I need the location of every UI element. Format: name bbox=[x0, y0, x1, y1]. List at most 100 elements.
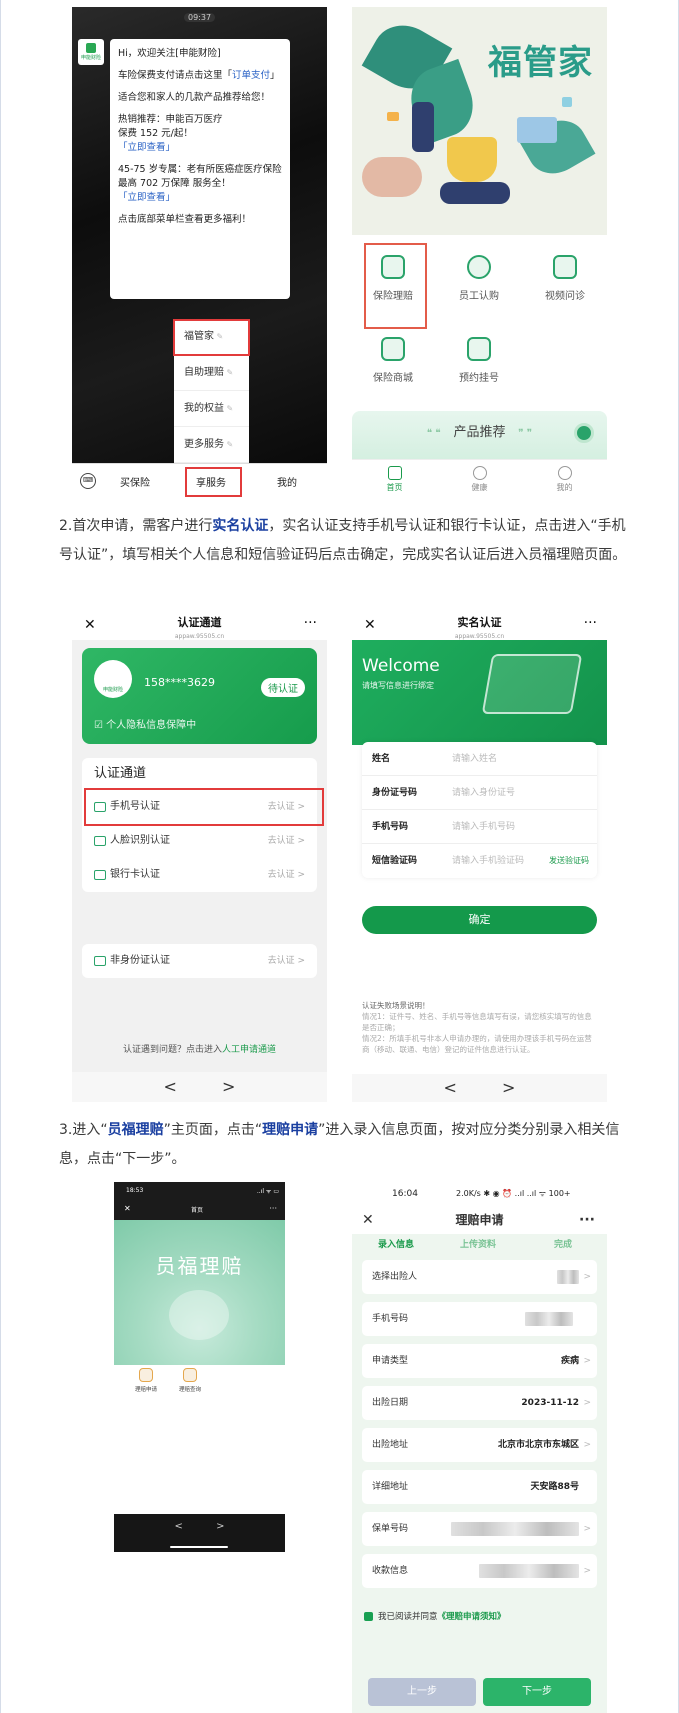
tab-mine[interactable]: 我的 bbox=[522, 460, 607, 502]
check-shield-icon: ☑ bbox=[94, 720, 107, 731]
search-shield-icon bbox=[183, 1368, 197, 1382]
menu-item-my-rights[interactable]: 我的权益 bbox=[174, 391, 249, 427]
redacted-value bbox=[525, 1312, 573, 1326]
field-name[interactable]: 姓名 请输入姓名 bbox=[362, 742, 597, 776]
menu-item-more-services[interactable]: 更多服务 bbox=[174, 427, 249, 463]
quote-icon: ❝ ❝ bbox=[426, 428, 454, 439]
chair-illustration bbox=[362, 157, 422, 197]
grid-item-insurance-mall[interactable]: 保险商城 bbox=[358, 337, 428, 384]
more-icon[interactable]: ··· bbox=[269, 1204, 277, 1213]
field-insured-person[interactable]: 选择出险人 > bbox=[362, 1260, 597, 1294]
highlight-box bbox=[84, 788, 324, 826]
auth-row-face[interactable]: 人脸识别认证 去认证 > bbox=[82, 824, 317, 858]
official-account-avatar: 申能财险 bbox=[78, 39, 104, 65]
field-detail-address[interactable]: 详细地址 天安路88号 bbox=[362, 1470, 597, 1504]
agreement[interactable]: 我已阅读并同意《理赔申请须知》 bbox=[364, 1610, 506, 1622]
hot-view-link[interactable]: 「立即查看」 bbox=[118, 142, 175, 153]
person-illustration bbox=[440, 182, 510, 204]
field-policy-number[interactable]: 保单号码 > bbox=[362, 1512, 597, 1546]
auth-title: 认证通道 bbox=[177, 616, 222, 629]
chat-bubble-icon bbox=[387, 112, 399, 121]
claim-notice-link[interactable]: 《理赔申请须知》 bbox=[438, 1612, 506, 1622]
browser-nav[interactable]: < > bbox=[352, 1074, 607, 1102]
auth-topbar: ✕ 认证通道 appaw.95505.cn ··· bbox=[72, 614, 327, 640]
step-done: 完成 bbox=[554, 1240, 573, 1250]
grid-item-appointment[interactable]: 预约挂号 bbox=[444, 337, 514, 384]
send-code-button[interactable]: 发送验证码 bbox=[549, 844, 589, 878]
auth-row-bankcard[interactable]: 银行卡认证 去认证 > bbox=[82, 858, 317, 892]
tab-home[interactable]: 首页 bbox=[352, 460, 437, 502]
failure-note: 认证失败场景说明！ 情况1：证件号、姓名、手机号等信息填写有误，请您核实填写的信… bbox=[362, 1001, 592, 1054]
face-icon bbox=[94, 836, 106, 846]
browser-nav[interactable]: < > bbox=[72, 1072, 327, 1102]
age-view-link[interactable]: 「立即查看」 bbox=[118, 192, 175, 203]
grid-item-employee-buy[interactable]: 员工认购 bbox=[444, 255, 514, 302]
menu-item-self-claim[interactable]: 自助理赔 bbox=[174, 355, 249, 391]
redacted-value bbox=[557, 1270, 579, 1284]
store-icon bbox=[381, 337, 405, 361]
more-icon[interactable]: ··· bbox=[304, 616, 317, 630]
status-bar: 16:04 2.0K/s ✱ ◉ ⏰ ..ıl ..ıl ᯤ 100+ bbox=[352, 1182, 607, 1206]
signal-icon: 2.0K/s ✱ ◉ ⏰ ..ıl ..ıl ᯤ 100+ bbox=[456, 1189, 571, 1198]
confirm-button[interactable]: 确定 bbox=[362, 906, 597, 934]
msg-footer: 点击底部菜单栏查看更多福利！ bbox=[118, 214, 252, 225]
keyboard-icon[interactable]: ⌨ bbox=[80, 473, 96, 489]
next-button[interactable]: 下一步 bbox=[483, 1678, 591, 1706]
close-icon[interactable]: ✕ bbox=[124, 1204, 131, 1213]
fuguanjia-title: 福管家 bbox=[488, 43, 593, 83]
yuanfu-claim-screenshot: 18:53 ..ıl ᯤ ▭ ✕ 首页 ··· 员福理赔 理赔申请 理赔查询 <… bbox=[114, 1182, 285, 1552]
tab-health[interactable]: 健康 bbox=[437, 460, 522, 502]
claim-query-entry[interactable]: 理赔查询 bbox=[170, 1368, 210, 1393]
field-incident-date[interactable]: 出险日期 2023-11-12 > bbox=[362, 1386, 597, 1420]
claim-header: ✕ 理赔申请 ··· bbox=[352, 1206, 607, 1234]
scroll-indicator-icon[interactable] bbox=[574, 423, 594, 443]
step2-paragraph: 2.首次申请，需客户进行实名认证，实名认证支持手机号认证和银行卡认证，点击进入“… bbox=[59, 518, 627, 563]
close-icon[interactable]: ✕ bbox=[364, 618, 376, 632]
field-phone[interactable]: 手机号码 请输入手机号码 bbox=[362, 810, 597, 844]
redacted-value bbox=[479, 1564, 579, 1578]
checkbox-checked-icon[interactable] bbox=[364, 1612, 373, 1621]
real-name-auth-screenshot: ✕ 实名认证 appaw.95505.cn ··· Welcome 请填写信息进… bbox=[352, 614, 607, 1102]
field-apply-type[interactable]: 申请类型 疾病 > bbox=[362, 1344, 597, 1378]
highlight-box bbox=[173, 319, 250, 356]
fuguanjia-screenshot: 福管家 保险理赔 员工认购 视频问诊 保险商城 预约挂号 ❝ ❝ 产品推荐 ❞ … bbox=[352, 7, 607, 502]
heart-icon bbox=[472, 466, 487, 480]
step-input-info: 录入信息 bbox=[378, 1240, 415, 1250]
status-bar: 18:53 ..ıl ᯤ ▭ ✕ 首页 ··· bbox=[114, 1182, 285, 1220]
home-title: 首页 bbox=[191, 1207, 204, 1214]
person-illustration bbox=[412, 102, 434, 152]
msg-greeting: Hi，欢迎关注[申能财险] bbox=[118, 48, 221, 59]
grid-item-video-consult[interactable]: 视频问诊 bbox=[530, 255, 600, 302]
tab-mine[interactable]: 我的 bbox=[277, 474, 297, 489]
manual-channel-link[interactable]: 人工申请通道 bbox=[222, 1045, 276, 1055]
chat-bubble-icon bbox=[562, 97, 572, 107]
user-icon bbox=[557, 466, 572, 480]
fuguanjia-bottom-tabs: 首页 健康 我的 bbox=[352, 459, 607, 502]
product-recommend-bar: ❝ ❝ 产品推荐 ❞ ❞ bbox=[352, 411, 607, 461]
tab-buy-insurance[interactable]: 买保险 bbox=[120, 474, 150, 489]
welcome-subtext: 请填写信息进行绑定 bbox=[362, 681, 434, 690]
order-pay-link[interactable]: 订单支付 bbox=[232, 70, 270, 81]
browser-nav[interactable]: < > bbox=[114, 1514, 285, 1552]
id-card-icon bbox=[94, 956, 106, 966]
video-icon bbox=[553, 255, 577, 279]
field-id-number[interactable]: 身份证号码 请输入身份证号 bbox=[362, 776, 597, 810]
close-icon[interactable]: ✕ bbox=[84, 618, 96, 632]
field-sms-code[interactable]: 短信验证码 请输入手机验证码 发送验证码 bbox=[362, 844, 597, 878]
more-icon[interactable]: ··· bbox=[579, 1206, 595, 1234]
more-icon[interactable]: ··· bbox=[584, 616, 597, 630]
auth-row-non-id[interactable]: 非身份证认证 去认证 > bbox=[82, 944, 317, 978]
section-title: 认证通道 bbox=[94, 766, 147, 781]
coin-icon bbox=[467, 255, 491, 279]
field-phone[interactable]: 手机号码 bbox=[362, 1302, 597, 1336]
highlight-box bbox=[364, 243, 427, 329]
close-icon[interactable]: ✕ bbox=[362, 1206, 374, 1234]
status-badge: 待认证 bbox=[261, 678, 305, 697]
privacy-note: ☑ 个人隐私信息保障中 bbox=[94, 720, 197, 731]
id-card-illustration bbox=[481, 654, 583, 714]
prev-button[interactable]: 上一步 bbox=[368, 1678, 476, 1706]
claim-apply-entry[interactable]: 理赔申请 bbox=[126, 1368, 166, 1393]
real-name-form: 姓名 请输入姓名 身份证号码 请输入身份证号 手机号码 请输入手机号码 短信验证码 请输… bbox=[362, 742, 597, 878]
field-incident-address[interactable]: 出险地址 北京市北京市东城区 > bbox=[362, 1428, 597, 1462]
field-payee-info[interactable]: 收款信息 > bbox=[362, 1554, 597, 1588]
